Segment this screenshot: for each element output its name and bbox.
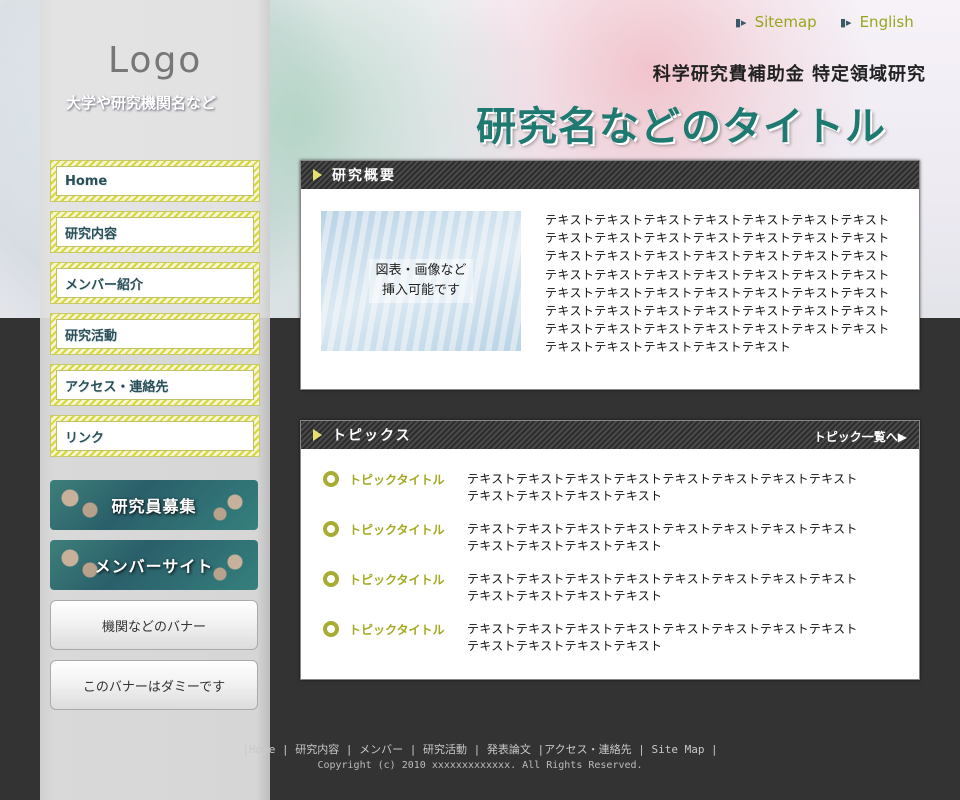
- topic-text: テキストテキストテキストテキストテキストテキストテキストテキストテキストテキスト…: [467, 522, 858, 553]
- member-site-banner-label: メンバーサイト: [94, 557, 214, 576]
- circle-bullet-icon: [323, 471, 339, 487]
- topic-item: トピックタイトル テキストテキストテキストテキストテキストテキストテキストテキス…: [323, 521, 893, 555]
- topics-list-link[interactable]: トピック一覧へ▶: [814, 428, 907, 445]
- recruit-banner-label: 研究員募集: [111, 497, 197, 516]
- site-logo[interactable]: Logo: [108, 40, 202, 81]
- topic-title[interactable]: トピックタイトル: [339, 571, 467, 605]
- nav-label: リンク: [56, 421, 254, 451]
- topic-text: テキストテキストテキストテキストテキストテキストテキストテキストテキストテキスト…: [467, 572, 858, 603]
- nav-item-research[interactable]: 研究内容: [50, 211, 260, 253]
- nav-item-links[interactable]: リンク: [50, 415, 260, 457]
- nav-item-members[interactable]: メンバー紹介: [50, 262, 260, 304]
- bars-icon: ▮▸: [735, 15, 747, 29]
- topic-item: トピックタイトル テキストテキストテキストテキストテキストテキストテキストテキス…: [323, 471, 893, 505]
- nav-item-activities[interactable]: 研究活動: [50, 313, 260, 355]
- grant-label: 科学研究費補助金 特定領域研究: [652, 64, 926, 85]
- topic-item: トピックタイトル テキストテキストテキストテキストテキストテキストテキストテキス…: [323, 621, 893, 655]
- figure-caption-line2: 挿入可能です: [381, 283, 460, 298]
- topic-text: テキストテキストテキストテキストテキストテキストテキストテキストテキストテキスト…: [467, 472, 858, 503]
- nav-item-home[interactable]: Home: [50, 160, 260, 202]
- about-header: 研究概要: [301, 161, 919, 189]
- nav-label: 研究活動: [56, 319, 254, 349]
- figure-image: 図表・画像など 挿入可能です: [321, 211, 521, 351]
- topic-title[interactable]: トピックタイトル: [339, 471, 467, 505]
- about-heading: 研究概要: [332, 168, 396, 184]
- about-text: テキストテキストテキストテキストテキストテキストテキストテキストテキストテキスト…: [545, 213, 890, 355]
- topics-header: トピックス トピック一覧へ▶: [301, 421, 919, 449]
- footer-links[interactable]: |Home | 研究内容 | メンバー | 研究活動 | 発表論文 |アクセス・…: [0, 741, 960, 757]
- circle-bullet-icon: [323, 621, 339, 637]
- figure-caption: 図表・画像など 挿入可能です: [369, 259, 473, 303]
- member-site-banner[interactable]: メンバーサイト: [50, 540, 258, 590]
- topic-text: テキストテキストテキストテキストテキストテキストテキストテキストテキストテキスト…: [467, 622, 858, 653]
- topic-item: トピックタイトル テキストテキストテキストテキストテキストテキストテキストテキス…: [323, 571, 893, 605]
- circle-bullet-icon: [323, 521, 339, 537]
- topic-title[interactable]: トピックタイトル: [339, 521, 467, 555]
- sitemap-label: Sitemap: [754, 13, 817, 31]
- figure-caption-line1: 図表・画像など: [375, 263, 467, 278]
- english-link[interactable]: ▮▸ English: [840, 13, 914, 31]
- institution-banner[interactable]: 機関などのバナー: [50, 600, 258, 650]
- nav-item-access[interactable]: アクセス・連絡先: [50, 364, 260, 406]
- institution-name: 大学や研究機関名など: [66, 94, 217, 112]
- recruit-banner[interactable]: 研究員募集: [50, 480, 258, 530]
- nav-label: Home: [56, 166, 254, 196]
- topics-section: トピックス トピック一覧へ▶ トピックタイトル テキストテキストテキストテキスト…: [300, 420, 920, 680]
- nav-label: 研究内容: [56, 217, 254, 247]
- triangle-icon: [313, 169, 322, 181]
- triangle-icon: [313, 429, 322, 441]
- dummy-banner[interactable]: このバナーはダミーです: [50, 660, 258, 710]
- english-label: English: [859, 13, 914, 31]
- topics-heading: トピックス: [332, 428, 412, 444]
- copyright: Copyright (c) 2010 xxxxxxxxxxxxx. All Ri…: [317, 760, 643, 771]
- site-title: 研究名などのタイトル: [476, 104, 886, 150]
- bars-icon: ▮▸: [840, 15, 852, 29]
- sitemap-link[interactable]: ▮▸ Sitemap: [735, 13, 817, 31]
- nav-label: メンバー紹介: [56, 268, 254, 298]
- circle-bullet-icon: [323, 571, 339, 587]
- nav-label: アクセス・連絡先: [56, 370, 254, 400]
- about-section: 研究概要 図表・画像など 挿入可能です テキストテキストテキストテキストテキスト…: [300, 160, 920, 390]
- topic-title[interactable]: トピックタイトル: [339, 621, 467, 655]
